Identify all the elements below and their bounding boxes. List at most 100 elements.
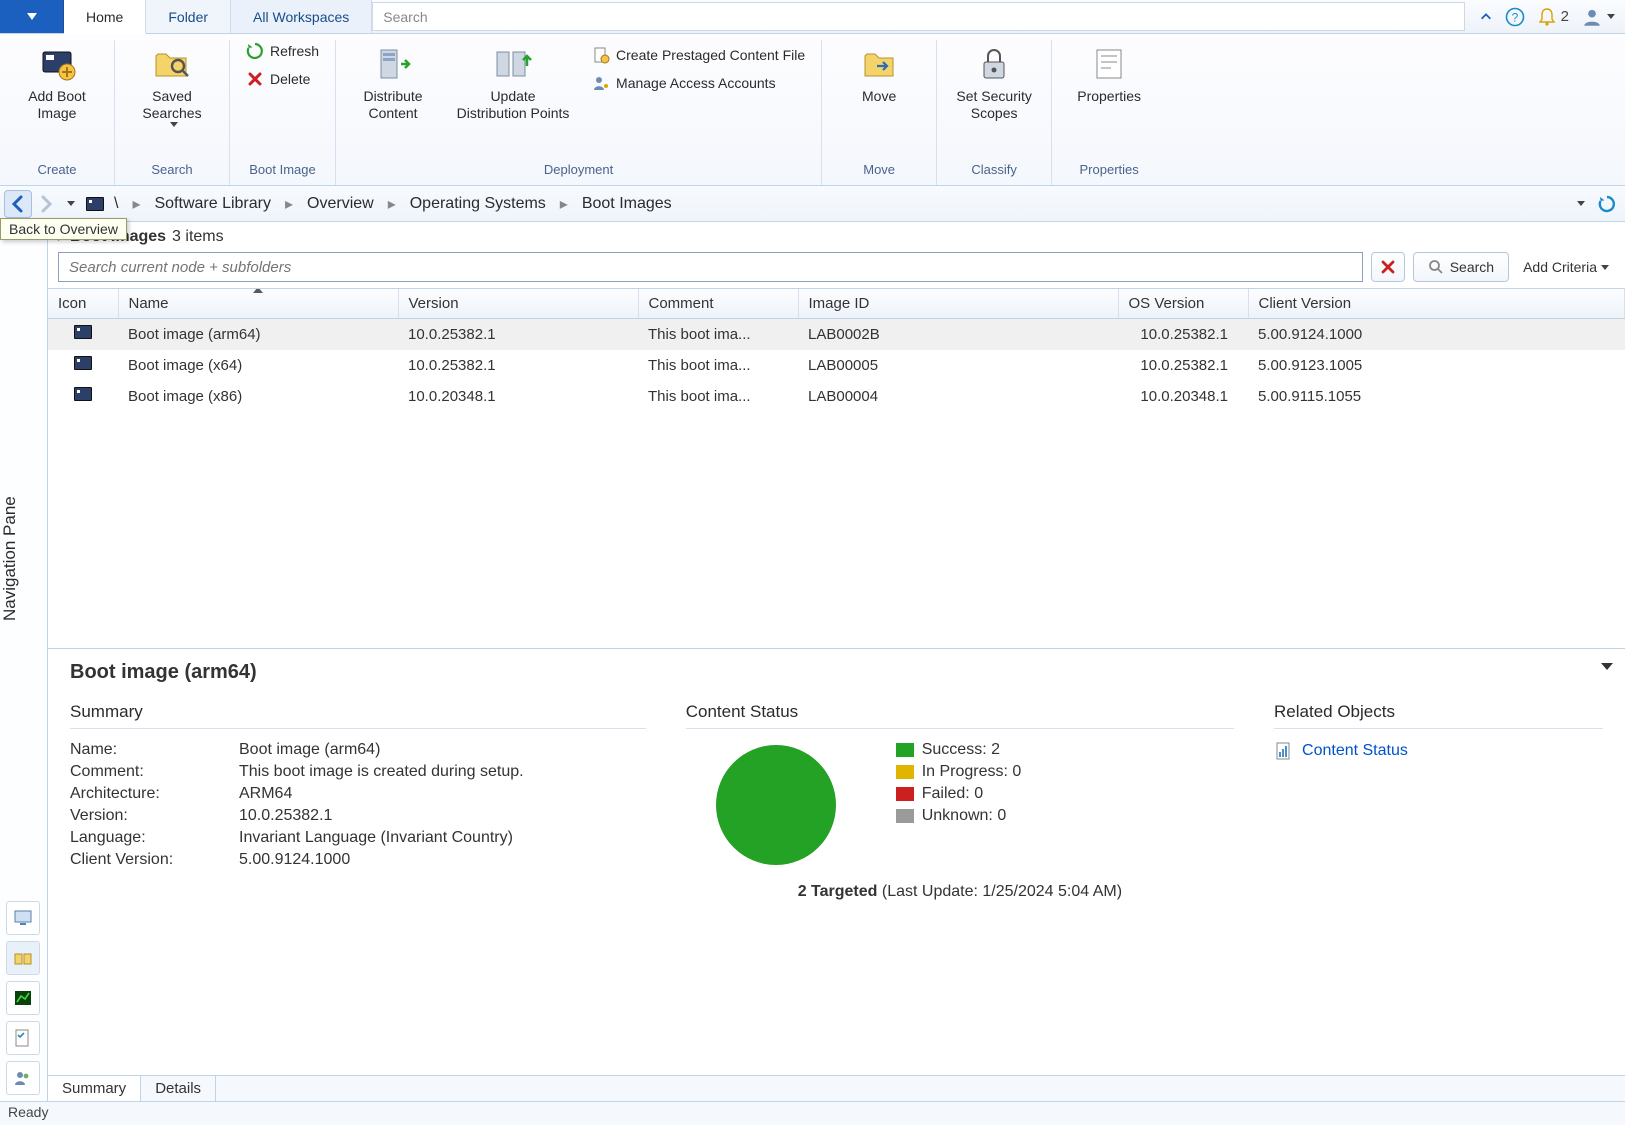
distribute-content-button[interactable]: Distribute Content: [348, 40, 438, 126]
status-bar: Ready: [0, 1101, 1625, 1125]
cell-version: 10.0.25382.1: [398, 350, 638, 381]
button-label: Set Security Scopes: [956, 88, 1031, 122]
group-label: Properties: [1080, 160, 1139, 181]
workspace-community-button[interactable]: [6, 1061, 40, 1095]
tab-folder[interactable]: Folder: [146, 0, 231, 33]
col-os-version[interactable]: OS Version: [1118, 289, 1248, 319]
user-menu-button[interactable]: [1581, 6, 1615, 28]
add-criteria-button[interactable]: Add Criteria: [1517, 259, 1615, 275]
caret-down-icon: [170, 122, 178, 127]
nav-forward-button[interactable]: [32, 190, 60, 218]
create-prestaged-content-file-button[interactable]: Create Prestaged Content File: [588, 44, 809, 66]
kv-value: ARM64: [239, 785, 646, 803]
content-status-link[interactable]: Content Status: [1302, 742, 1408, 760]
move-button[interactable]: Move: [834, 40, 924, 109]
workspace-library-button[interactable]: [6, 941, 40, 975]
delete-icon: [246, 70, 264, 88]
content-header: ▸ Boot Images 3 items: [48, 222, 1625, 248]
search-button[interactable]: Search: [1413, 252, 1509, 282]
lock-icon: [974, 44, 1014, 84]
help-button[interactable]: ?: [1505, 7, 1525, 27]
content-status-legend: Success: 2 In Progress: 0 Failed: 0 Unkn…: [896, 741, 1022, 825]
sort-asc-icon: [253, 288, 263, 293]
detail-tab-summary[interactable]: Summary: [48, 1076, 141, 1101]
clear-search-button[interactable]: [1371, 252, 1405, 282]
summary-column: Summary Name:Boot image (arm64) Comment:…: [70, 702, 646, 901]
ribbon-group-deployment: Distribute Content Update Distribution P…: [336, 40, 822, 185]
list-search-input[interactable]: [58, 252, 1363, 282]
cell-client-version: 5.00.9124.1000: [1248, 319, 1625, 350]
collapse-ribbon-button[interactable]: [1479, 10, 1493, 24]
col-client-version[interactable]: Client Version: [1248, 289, 1625, 319]
app-menu-button[interactable]: [0, 0, 64, 33]
table-row[interactable]: Boot image (x64)10.0.25382.1This boot im…: [48, 350, 1625, 381]
detail-tabs: Summary Details: [48, 1075, 1625, 1101]
manage-access-accounts-button[interactable]: Manage Access Accounts: [588, 72, 809, 94]
col-icon[interactable]: Icon: [48, 289, 118, 319]
kv-key: Client Version:: [70, 851, 225, 869]
content-status-heading: Content Status: [686, 702, 1234, 729]
workspace-assets-button[interactable]: [6, 901, 40, 935]
col-image-id[interactable]: Image ID: [798, 289, 1118, 319]
checklist-icon: [13, 1028, 33, 1048]
collapse-detail-button[interactable]: [1601, 663, 1613, 670]
saved-searches-button[interactable]: Saved Searches: [127, 40, 217, 131]
group-label: Move: [863, 160, 895, 181]
title-bar: Home Folder All Workspaces Search ? 2: [0, 0, 1625, 34]
cell-os-version: 10.0.25382.1: [1118, 350, 1248, 381]
kv-key: Comment:: [70, 763, 225, 781]
notifications-button[interactable]: 2: [1537, 7, 1569, 27]
breadcrumb-root[interactable]: \: [110, 193, 122, 215]
notifications-count: 2: [1561, 8, 1569, 25]
kv-value: 5.00.9124.1000: [239, 851, 646, 869]
results-table: Icon Name Version Comment Image ID OS Ve…: [48, 289, 1625, 412]
boot-image-icon: [37, 44, 77, 84]
cell-os-version: 10.0.20348.1: [1118, 381, 1248, 412]
global-search-input[interactable]: Search: [372, 2, 1464, 31]
cell-name: Boot image (x86): [118, 381, 398, 412]
col-comment[interactable]: Comment: [638, 289, 798, 319]
legend-label: Failed: 0: [922, 785, 983, 803]
cell-version: 10.0.25382.1: [398, 319, 638, 350]
ribbon-group-search: Saved Searches Search: [115, 40, 230, 185]
breadcrumb-seg[interactable]: Boot Images: [578, 193, 676, 215]
table-row[interactable]: Boot image (x86)10.0.20348.1This boot im…: [48, 381, 1625, 412]
delete-button[interactable]: Delete: [242, 68, 323, 90]
folder-search-icon: [152, 44, 192, 84]
navigation-pane-label[interactable]: Navigation Pane: [0, 222, 47, 895]
tab-home[interactable]: Home: [64, 0, 146, 34]
update-distribution-points-button[interactable]: Update Distribution Points: [448, 40, 578, 126]
breadcrumb-seg[interactable]: Overview: [303, 193, 378, 215]
set-security-scopes-button[interactable]: Set Security Scopes: [949, 40, 1039, 126]
console-icon: [74, 387, 92, 401]
console-icon: [74, 325, 92, 339]
row-icon-cell: [48, 381, 118, 412]
button-label: Update Distribution Points: [457, 88, 570, 122]
breadcrumb-dropdown[interactable]: [1565, 190, 1593, 218]
row-icon-cell: [48, 350, 118, 381]
item-count: 3 items: [172, 228, 224, 246]
breadcrumb-seg[interactable]: Software Library: [150, 193, 275, 215]
group-label: Classify: [971, 160, 1017, 181]
col-version[interactable]: Version: [398, 289, 638, 319]
detail-tab-details[interactable]: Details: [141, 1076, 216, 1101]
related-heading: Related Objects: [1274, 702, 1603, 729]
refresh-icon: [1597, 194, 1617, 214]
table-row[interactable]: Boot image (arm64)10.0.25382.1This boot …: [48, 319, 1625, 350]
add-boot-image-button[interactable]: Add Boot Image: [12, 40, 102, 126]
kv-key: Architecture:: [70, 785, 225, 803]
workspace-monitoring-button[interactable]: [6, 981, 40, 1015]
properties-button[interactable]: Properties: [1064, 40, 1154, 109]
breadcrumb-seg[interactable]: Operating Systems: [406, 193, 550, 215]
chevron-right-icon: ▸: [279, 194, 299, 214]
chevron-right-icon: ▸: [554, 194, 574, 214]
workspace-admin-button[interactable]: [6, 1021, 40, 1055]
button-label: Refresh: [270, 43, 319, 59]
col-name[interactable]: Name: [118, 289, 398, 319]
refresh-view-button[interactable]: [1593, 190, 1621, 218]
refresh-button[interactable]: Refresh: [242, 40, 323, 62]
tab-all-workspaces[interactable]: All Workspaces: [231, 0, 372, 33]
nav-history-button[interactable]: [60, 190, 78, 218]
nav-back-button[interactable]: [4, 190, 32, 218]
ribbon-group-boot-image: Refresh Delete Boot Image: [230, 40, 336, 185]
